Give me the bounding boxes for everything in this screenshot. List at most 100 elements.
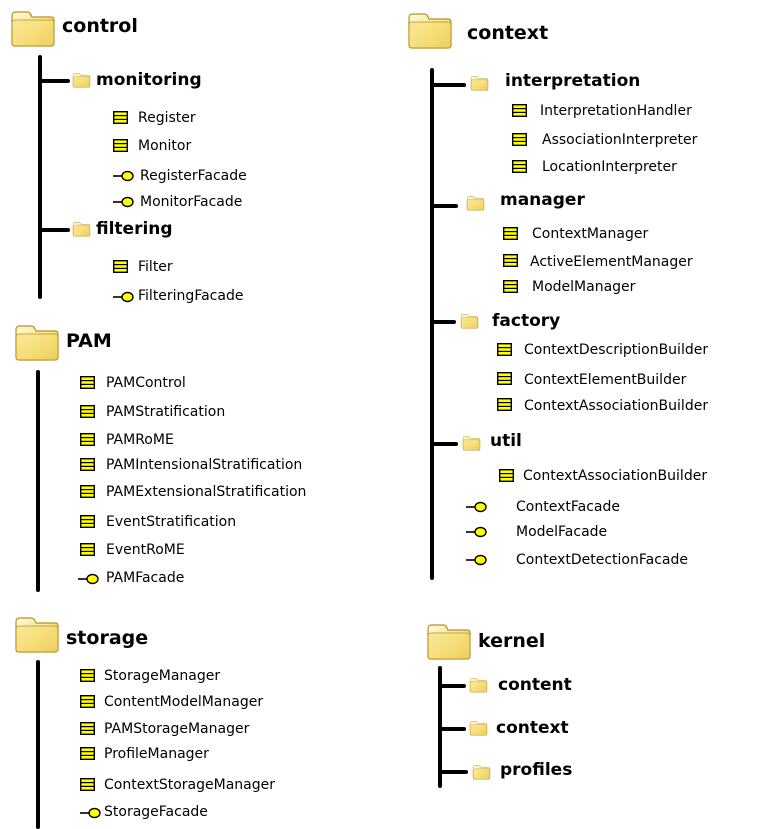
context-folder-icon <box>407 10 453 50</box>
context-branch-interpretation <box>430 83 466 87</box>
class-icon <box>512 104 527 117</box>
class-icon <box>497 398 512 411</box>
class-icon <box>80 543 95 556</box>
subpackage-title-monitoring: monitoring <box>96 70 202 90</box>
class-activeelementmanager: ActiveElementManager <box>530 254 693 270</box>
class-icon <box>80 722 95 735</box>
class-register: Register <box>138 110 196 126</box>
interface-lollipop-icon <box>466 501 488 513</box>
class-icon <box>497 343 512 356</box>
class-icon <box>113 139 128 152</box>
class-icon <box>503 254 518 267</box>
subpackage-title-util: util <box>490 431 522 451</box>
class-icon <box>503 280 518 293</box>
subpackage-title-content: content <box>498 675 572 695</box>
class-monitor: Monitor <box>138 138 192 154</box>
class-icon <box>113 111 128 124</box>
class-icon <box>80 405 95 418</box>
manager-folder-icon <box>466 195 485 211</box>
class-icon <box>503 227 518 240</box>
interface-storagefacade: StorageFacade <box>104 804 208 820</box>
class-contextstoragemanager: ContextStorageManager <box>104 777 275 793</box>
interpretation-folder-icon <box>470 75 489 91</box>
package-title-storage: storage <box>66 627 149 649</box>
class-profilemanager: ProfileManager <box>104 746 209 762</box>
class-storagemanager: StorageManager <box>104 668 221 684</box>
class-interpretationhandler: InterpretationHandler <box>540 103 692 119</box>
storage-folder-icon <box>14 614 60 654</box>
pam-tree-line <box>36 370 40 592</box>
context-branch-util <box>430 442 458 446</box>
class-pamintensionalstratification: PAMIntensionalStratification <box>106 457 303 473</box>
class-pamstratification: PAMStratification <box>106 404 226 420</box>
class-eventstratification: EventStratification <box>106 514 237 530</box>
kernel-branch-profiles <box>438 770 468 774</box>
content-folder-icon <box>469 677 488 693</box>
interface-lollipop-icon <box>80 807 102 819</box>
subpackage-title-kernel-context: context <box>496 718 569 738</box>
interface-filteringfacade: FilteringFacade <box>138 288 244 304</box>
kernel-folder-icon <box>426 621 472 661</box>
class-icon <box>512 160 527 173</box>
interface-modelfacade: ModelFacade <box>516 524 608 540</box>
class-icon <box>80 433 95 446</box>
control-folder-icon <box>10 8 56 48</box>
pam-folder-icon <box>14 322 60 362</box>
filtering-folder-icon <box>72 221 91 237</box>
context-branch-factory <box>430 320 456 324</box>
context-branch-manager <box>430 204 458 208</box>
class-icon <box>113 260 128 273</box>
interface-registerfacade: RegisterFacade <box>140 168 247 184</box>
subpackage-title-filtering: filtering <box>96 219 173 239</box>
interface-lollipop-icon <box>466 554 488 566</box>
class-icon <box>80 695 95 708</box>
profiles-folder-icon <box>472 764 491 780</box>
class-pamcontrol: PAMControl <box>106 375 186 391</box>
subpackage-title-profiles: profiles <box>500 760 573 780</box>
interface-lollipop-icon <box>113 196 135 208</box>
class-icon <box>80 376 95 389</box>
util-folder-icon <box>462 435 481 451</box>
subpackage-title-factory: factory <box>492 311 561 331</box>
class-pamstoragemanager: PAMStorageManager <box>104 721 250 737</box>
package-title-kernel: kernel <box>478 630 546 652</box>
class-locationinterpreter: LocationInterpreter <box>542 159 677 175</box>
class-icon <box>497 372 512 385</box>
interface-lollipop-icon <box>113 291 135 303</box>
class-modelmanager: ModelManager <box>532 279 636 295</box>
class-associationinterpreter: AssociationInterpreter <box>542 132 698 148</box>
class-contextdescriptionbuilder: ContextDescriptionBuilder <box>524 342 709 358</box>
class-contextassociationbuilder-util: ContextAssociationBuilder <box>523 468 708 484</box>
class-contextmanager: ContextManager <box>532 226 649 242</box>
interface-contextfacade: ContextFacade <box>516 499 620 515</box>
control-branch-filtering <box>38 228 70 232</box>
class-contentmodelmanager: ContentModelManager <box>104 694 264 710</box>
class-pamextensionalstratification: PAMExtensionalStratification <box>106 484 307 500</box>
class-contextelementbuilder: ContextElementBuilder <box>524 372 687 388</box>
control-branch-monitoring <box>38 79 70 83</box>
interface-monitorfacade: MonitorFacade <box>140 194 243 210</box>
control-tree-line <box>38 55 42 299</box>
class-pamrome: PAMRoME <box>106 432 174 448</box>
package-title-pam: PAM <box>66 330 112 352</box>
context-subfolder-icon <box>469 720 488 736</box>
interface-lollipop-icon <box>78 573 100 585</box>
interface-lollipop-icon <box>113 170 135 182</box>
interface-contextdetectionfacade: ContextDetectionFacade <box>516 552 688 568</box>
class-icon <box>80 485 95 498</box>
class-icon <box>512 133 527 146</box>
class-eventrome: EventRoME <box>106 542 185 558</box>
interface-pamfacade: PAMFacade <box>106 570 185 586</box>
class-contextassociationbuilder: ContextAssociationBuilder <box>524 398 709 414</box>
class-filter: Filter <box>138 259 173 275</box>
class-icon <box>80 669 95 682</box>
kernel-branch-content <box>438 684 466 688</box>
storage-tree-line <box>36 660 40 829</box>
factory-folder-icon <box>460 313 479 329</box>
package-title-control: control <box>62 15 138 37</box>
class-icon <box>80 458 95 471</box>
package-title-context: context <box>467 22 549 44</box>
subpackage-title-interpretation: interpretation <box>505 71 641 91</box>
class-icon <box>80 778 95 791</box>
monitoring-folder-icon <box>72 72 91 88</box>
